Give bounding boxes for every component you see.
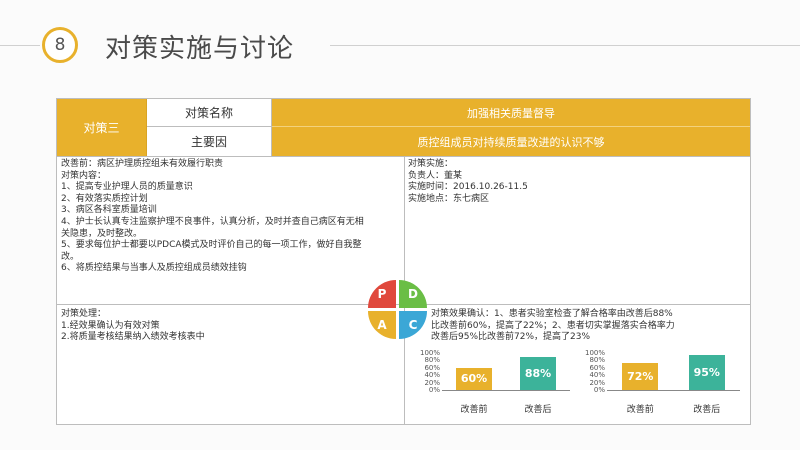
- plan-line: 6、将质控结果与当事人及质控组成员绩效挂钩: [61, 263, 247, 274]
- plan-line: 4、护士长认真专注监察护理不良事件，认真分析，及时并查自己病区有无相: [61, 216, 364, 227]
- check-line: 比改善前60%，提高了22%；2、患者切实掌握落实合格率力: [431, 320, 675, 331]
- bar-value-label: 95%: [693, 365, 720, 379]
- cause-value: 质控组成员对持续质量改进的认识不够: [272, 127, 750, 156]
- page-title: 对策实施与讨论: [105, 34, 295, 64]
- plan-line: 5、要求每位护士都要以PDCA模式及时评价自己的每一项工作，做好自我整: [61, 240, 362, 251]
- plan-line: 3、病区各科室质量培训: [61, 205, 157, 216]
- plan-line: 1、提高专业护理人员的质量意识: [61, 182, 193, 193]
- check-line: 对策效果确认：1、患者实验室检查了解合格率由改善后88%: [431, 309, 673, 319]
- plan-line: 改善前：病区护理质控组未有效履行职责: [61, 159, 224, 169]
- act-line: 对策处理：: [61, 309, 107, 319]
- x-axis: [607, 390, 740, 391]
- check-line: 改善后95%比改善前72%，提高了23%: [431, 332, 591, 343]
- x-category-label: 改善前: [626, 405, 654, 415]
- act-section: 对策处理： 1.经效果确认为有效对策 2.将质量考核结果纳入绩效考核表中: [61, 309, 361, 344]
- pdca-cycle-icon: P D A C: [368, 280, 428, 340]
- slide-number-badge: 8: [42, 27, 78, 63]
- pdca-a: A: [368, 311, 396, 339]
- plan-section: 改善前：病区护理质控组未有效履行职责 对策内容： 1、提高专业护理人员的质量意识…: [61, 159, 401, 275]
- x-category-label: 改善前: [460, 405, 488, 415]
- plan-line: 关隐患，及时整改。: [61, 228, 143, 239]
- do-line: 实施时间：2016.10.26-11.5: [408, 182, 528, 193]
- bar: 95%: [688, 354, 725, 390]
- bar-chart-compliance-rate: 100% 80% 60% 40% 20% 0% 72% 改善前 95% 改善后: [585, 349, 740, 420]
- bar-chart-exam-rate: 100% 80% 60% 40% 20% 0% 60% 改善前 88% 改善后: [420, 349, 570, 420]
- bar: 88%: [520, 357, 556, 390]
- y-tick-label: 0%: [593, 386, 605, 394]
- x-category-label: 改善后: [524, 405, 552, 415]
- do-line: 负责人：董某: [408, 170, 463, 181]
- do-line: 对策实施：: [408, 159, 454, 169]
- bar-value-label: 88%: [524, 367, 552, 381]
- name-value: 加强相关质量督导: [272, 99, 750, 127]
- pdca-d: D: [399, 280, 427, 308]
- name-label: 对策名称: [147, 99, 272, 127]
- bar-value-label: 60%: [460, 372, 488, 386]
- do-section: 对策实施： 负责人：董某 实施时间：2016.10.26-11.5 实施地点：东…: [408, 159, 738, 205]
- title-line-right: [330, 45, 800, 46]
- slide-number: 8: [54, 35, 66, 55]
- pdca-p: P: [368, 280, 396, 308]
- plan-line: 对策内容：: [61, 170, 107, 181]
- act-line: 2.将质量考核结果纳入绩效考核表中: [61, 332, 205, 343]
- x-axis: [442, 390, 570, 391]
- plan-line: 改。: [61, 251, 80, 262]
- bar: 60%: [456, 367, 492, 390]
- countermeasure-label: 对策三: [57, 99, 147, 156]
- check-section: 对策效果确认：1、患者实验室检查了解合格率由改善后88% 比改善前60%，提高了…: [431, 309, 747, 344]
- x-category-label: 改善后: [693, 405, 721, 415]
- y-tick-label: 0%: [428, 386, 440, 394]
- bar: 72%: [622, 363, 659, 390]
- bar-value-label: 72%: [627, 370, 654, 384]
- act-line: 1.经效果确认为有效对策: [61, 320, 160, 331]
- do-line: 实施地点：东七病区: [408, 193, 490, 204]
- title-line-left: [0, 45, 40, 46]
- plan-line: 2、有效落实质控计划: [61, 193, 148, 204]
- pdca-c: C: [399, 311, 427, 339]
- cause-label: 主要因: [147, 127, 272, 156]
